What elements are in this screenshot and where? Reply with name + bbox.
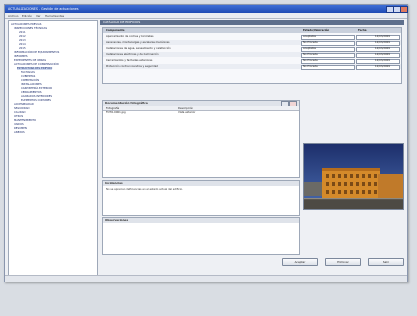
tree-item[interactable]: INFORMACIÓN DE EQUIPAMIENTOS xyxy=(14,51,59,54)
date-value: 12/03/2009 xyxy=(375,35,390,38)
tree-item[interactable]: OTROS xyxy=(14,115,23,118)
component-name: Ascensores, montacargas y escaleras mecá… xyxy=(106,41,170,44)
photo-file: FOTO-0001.jpg xyxy=(106,110,126,114)
component-name: Instalaciones eléctricas y de iluminació… xyxy=(106,53,159,56)
tree-item-selected[interactable]: ESTRUCTURA DEL EDIFICIO xyxy=(17,67,53,70)
menu-edicion[interactable]: Edición xyxy=(22,14,32,18)
building-photo xyxy=(303,143,404,210)
status-value: Aceptable xyxy=(303,35,316,38)
tree-item[interactable]: SEGURIDAD xyxy=(14,107,29,110)
status-value: No Procede xyxy=(303,41,318,44)
tree-item[interactable]: 2011 xyxy=(19,31,26,34)
column-header: Componente xyxy=(106,29,125,32)
delete-button[interactable]: Eliminar xyxy=(325,258,361,266)
table-header-row: Componente Estado/Valoración Fecha xyxy=(103,28,401,33)
column-header: Fecha xyxy=(358,29,367,32)
component-name: Protección contra incendios y seguridad xyxy=(106,65,158,68)
main-content: CATÁLOGO DE EDIFICIOS Componente Estado/… xyxy=(100,20,404,279)
tree-item[interactable]: RESUMEN xyxy=(14,127,27,130)
panel-title: Observaciones xyxy=(105,218,129,222)
tree-item[interactable]: FACHADAS xyxy=(21,71,35,74)
docs-row[interactable]: FOTO-0001.jpg Vista exterior xyxy=(103,110,299,114)
table-row[interactable]: Ascensores, montacargas y escaleras mecá… xyxy=(103,40,401,46)
date-value: 12/03/2009 xyxy=(375,59,390,62)
tree-item[interactable]: INSTALACIONES xyxy=(21,83,42,86)
tree-item[interactable]: CUBIERTAS xyxy=(21,75,35,78)
components-table: Componente Estado/Valoración Fecha Aparc… xyxy=(102,27,402,84)
photo-docs-panel: Documentación fotográfica Fotografía Des… xyxy=(102,100,300,178)
photo-description: Vista exterior xyxy=(178,110,196,114)
menu-ver[interactable]: Ver xyxy=(36,14,41,18)
tree-item[interactable]: ACTUACIONES DE CONSERVACIÓN xyxy=(14,63,59,66)
application-window: ACTUALIZACIONES - Gestión de actuaciones… xyxy=(4,4,408,282)
table-row[interactable]: Protección contra incendios y seguridad … xyxy=(103,64,401,70)
tree-item[interactable]: EXPEDIENTES DE OBRAS xyxy=(14,59,46,62)
tree-item[interactable]: VARIOS xyxy=(14,123,24,126)
column-header: Estado/Valoración xyxy=(303,29,330,32)
panel-title: Incidencias xyxy=(105,181,123,185)
building-image xyxy=(304,144,403,209)
panel-header: Incidencias xyxy=(103,181,299,186)
component-name: Instalaciones de agua, saneamiento y cal… xyxy=(106,47,171,50)
component-name: Cerramientos y fachadas exteriores xyxy=(106,59,153,62)
incidents-panel: Incidencias No se aprecian deficiencias … xyxy=(102,180,300,216)
menu-archivo[interactable]: Archivo xyxy=(8,14,18,18)
notes-panel: Observaciones xyxy=(102,217,300,255)
status-bar xyxy=(5,275,407,282)
tree-item[interactable]: 2012 xyxy=(19,35,26,38)
date-value: 12/03/2009 xyxy=(375,65,390,68)
section-title: CATÁLOGO DE EDIFICIOS xyxy=(103,20,141,24)
panel-title: Documentación fotográfica xyxy=(105,101,148,105)
status-value: No Procede xyxy=(303,59,318,62)
notes-textarea[interactable] xyxy=(103,223,299,254)
tree-item[interactable]: ACCESIBILIDAD xyxy=(14,103,34,106)
tree-item[interactable]: ANEXOS xyxy=(14,131,25,134)
tree-item[interactable]: MANTENIMIENTO xyxy=(14,119,36,122)
tree-item[interactable]: INSPECCIONES TÉCNICAS xyxy=(14,27,47,30)
tree-item[interactable]: 2013 xyxy=(19,39,26,42)
tree-item[interactable]: CERRAMIENTOS xyxy=(21,91,42,94)
date-value: 12/03/2009 xyxy=(375,47,390,50)
menu-bar: Archivo Edición Ver Herramientas xyxy=(5,13,407,19)
component-name: Aparcamiento de coches y bicicletas xyxy=(106,35,154,38)
table-row[interactable]: Aparcamiento de coches y bicicletas Acep… xyxy=(103,34,401,40)
window-title: ACTUALIZACIONES - Gestión de actuaciones xyxy=(8,7,79,11)
navigation-tree[interactable]: ACTUACIONES PREVIAS INSPECCIONES TÉCNICA… xyxy=(8,20,98,281)
status-value: Aceptable xyxy=(303,47,316,50)
tree-item[interactable]: CARPINTERÍA EXTERIOR xyxy=(21,87,52,90)
section-header: CATÁLOGO DE EDIFICIOS xyxy=(100,20,404,25)
status-value: No Procede xyxy=(303,53,318,56)
close-button[interactable] xyxy=(400,6,408,13)
tree-item[interactable]: CALIDAD xyxy=(14,111,26,114)
table-row[interactable]: Instalaciones eléctricas y de iluminació… xyxy=(103,52,401,58)
tree-item[interactable]: 2014 xyxy=(19,43,26,46)
tree-item[interactable]: CIMENTACIÓN xyxy=(21,79,39,82)
table-row[interactable]: Instalaciones de agua, saneamiento y cal… xyxy=(103,46,401,52)
title-bar: ACTUALIZACIONES - Gestión de actuaciones xyxy=(5,5,408,13)
tree-item[interactable]: ELEMENTOS COMUNES xyxy=(21,99,51,102)
tree-item[interactable]: ACTUACIONES PREVIAS xyxy=(11,23,41,26)
accept-button[interactable]: Aceptar xyxy=(282,258,318,266)
date-value: 12/03/2009 xyxy=(375,53,390,56)
exit-button[interactable]: Salir xyxy=(368,258,404,266)
incidents-text[interactable]: No se aprecian deficiencias en el estado… xyxy=(106,188,296,191)
table-row[interactable]: Cerramientos y fachadas exteriores No Pr… xyxy=(103,58,401,64)
date-value: 12/03/2009 xyxy=(375,41,390,44)
tree-item[interactable]: 2015 xyxy=(19,47,26,50)
status-value: No Procede xyxy=(303,65,318,68)
tree-item[interactable]: ACABADOS INTERIORES xyxy=(21,95,52,98)
menu-herramientas[interactable]: Herramientas xyxy=(45,14,64,18)
tree-item[interactable]: INFORMES xyxy=(14,55,28,58)
